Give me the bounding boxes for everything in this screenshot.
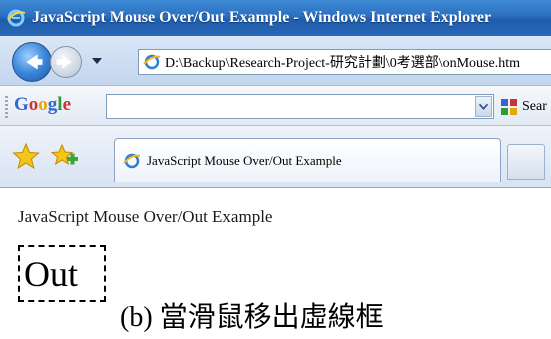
forward-arrow-icon <box>56 55 72 69</box>
favorites-star-icon[interactable] <box>12 142 40 170</box>
page-heading: JavaScript Mouse Over/Out Example <box>18 207 273 226</box>
navigation-bar: D:\Backup\Research-Project-研究計劃\0考選部\onM… <box>0 36 551 86</box>
ie-page-icon <box>143 54 161 70</box>
address-field[interactable]: D:\Backup\Research-Project-研究計劃\0考選部\onM… <box>138 49 551 75</box>
back-arrow-icon <box>26 54 43 70</box>
tab-title: JavaScript Mouse Over/Out Example <box>147 152 342 168</box>
google-logo[interactable]: Google <box>14 94 71 116</box>
window-titlebar[interactable]: JavaScript Mouse Over/Out Example - Wind… <box>0 0 551 36</box>
tab-active[interactable]: JavaScript Mouse Over/Out Example <box>114 138 501 182</box>
window-title: JavaScript Mouse Over/Out Example - Wind… <box>32 9 492 26</box>
google-search-button[interactable]: Sear <box>500 95 547 119</box>
mouse-state-text: Out <box>24 253 78 294</box>
google-search-dropdown[interactable] <box>475 96 492 117</box>
address-url[interactable]: D:\Backup\Research-Project-研究計劃\0考選部\onM… <box>165 52 520 72</box>
ie-icon <box>7 9 26 27</box>
figure-caption: (b) 當滑鼠移出虛線框 <box>120 302 384 333</box>
dropdown-arrow-icon[interactable] <box>90 55 104 67</box>
add-favorites-icon[interactable] <box>50 142 80 170</box>
tab-bar: JavaScript Mouse Over/Out Example <box>0 126 551 188</box>
ie-page-icon <box>123 153 141 168</box>
back-button[interactable] <box>12 42 52 82</box>
page-content: JavaScript Mouse Over/Out Example Out (b… <box>0 189 551 339</box>
google-search-input[interactable] <box>107 95 493 118</box>
forward-button[interactable] <box>50 46 82 78</box>
google-search-label: Sear <box>522 99 547 114</box>
toolbar-grip[interactable] <box>5 96 8 118</box>
google-toolbar: Google Sear <box>0 86 551 126</box>
new-tab-button[interactable] <box>507 144 545 180</box>
google-search-field[interactable] <box>106 94 494 119</box>
mouse-target-box[interactable]: Out <box>18 245 106 302</box>
chevron-down-icon <box>478 103 489 111</box>
google-search-icon <box>501 99 517 115</box>
